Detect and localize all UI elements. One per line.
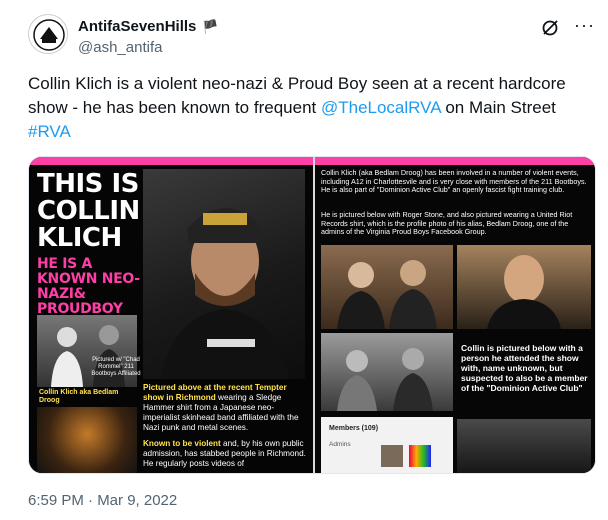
- avatar[interactable]: [28, 14, 68, 54]
- poster-subtitle: HE IS A KNOWN NEO-NAZI& PROUDBOY: [37, 256, 140, 317]
- tweet-media[interactable]: THIS IS COLLIN KLICH HE IS A KNOWN NEO-N…: [28, 156, 596, 474]
- pink-header-bar-right: [315, 157, 595, 165]
- right-paragraph-1: Collin Klich (aka Bedlam Droog) has been…: [321, 168, 587, 195]
- right-paragraph-2: He is pictured below with Roger Stone, a…: [321, 210, 573, 237]
- hashtag-link[interactable]: #RVA: [28, 122, 71, 141]
- black-flag-icon: 🏴: [202, 18, 219, 34]
- member-thumbnail: [409, 445, 431, 467]
- author-handle[interactable]: @ash_antifa: [78, 39, 162, 56]
- mention-link[interactable]: @TheLocalRVA: [321, 98, 441, 117]
- author-display-name[interactable]: AntifaSevenHills: [78, 18, 196, 35]
- right-caption: Collin is pictured below with a person h…: [461, 343, 588, 393]
- person-silhouette-icon: [161, 208, 289, 379]
- members-screenshot: Members (109) Admins: [321, 417, 453, 473]
- two-people-icon: [337, 348, 433, 411]
- tweet-timestamp[interactable]: 6:59 PM · Mar 9, 2022: [28, 492, 177, 509]
- pink-header-bar: [29, 157, 313, 165]
- author-name-row: AntifaSevenHills 🏴: [78, 18, 219, 35]
- members-title: Members (109): [329, 425, 379, 432]
- left-para2-bold: Known to be violent: [143, 439, 221, 448]
- media-right-panel[interactable]: Collin Klich (aka Bedlam Droog) has been…: [315, 157, 595, 473]
- grok-icon[interactable]: [540, 18, 560, 38]
- photo-portrait: [457, 245, 591, 329]
- two-people-icon: [337, 260, 437, 329]
- hero-photo: [143, 169, 305, 379]
- photo-group: [457, 419, 591, 473]
- poster-title: THIS IS COLLIN KLICH: [37, 169, 140, 253]
- photo-gym: [321, 333, 453, 411]
- more-options-icon[interactable]: ···: [574, 16, 594, 38]
- avatar-logo-icon: [30, 16, 67, 53]
- person-icon: [487, 255, 561, 329]
- tweet-text: Collin Klich is a violent neo-nazi & Pro…: [28, 72, 588, 144]
- tweet-card: AntifaSevenHills 🏴 @ash_antifa ··· Colli…: [0, 0, 608, 520]
- alias-label: Collin Klich aka Bedlam Droog: [39, 389, 119, 404]
- tweet-text-part2: on Main Street: [440, 98, 556, 117]
- concert-photo: [37, 407, 137, 473]
- member-thumbnail: [381, 445, 403, 467]
- mini-photo-caption: Pictured w/ "Chad Rommel" 211 Bootboys A…: [91, 357, 141, 377]
- photo-with-roger-stone: [321, 245, 453, 329]
- media-left-panel[interactable]: THIS IS COLLIN KLICH HE IS A KNOWN NEO-N…: [29, 157, 313, 473]
- left-description: Pictured above at the recent Tempter sho…: [143, 383, 309, 469]
- members-admins-label: Admins: [329, 441, 351, 448]
